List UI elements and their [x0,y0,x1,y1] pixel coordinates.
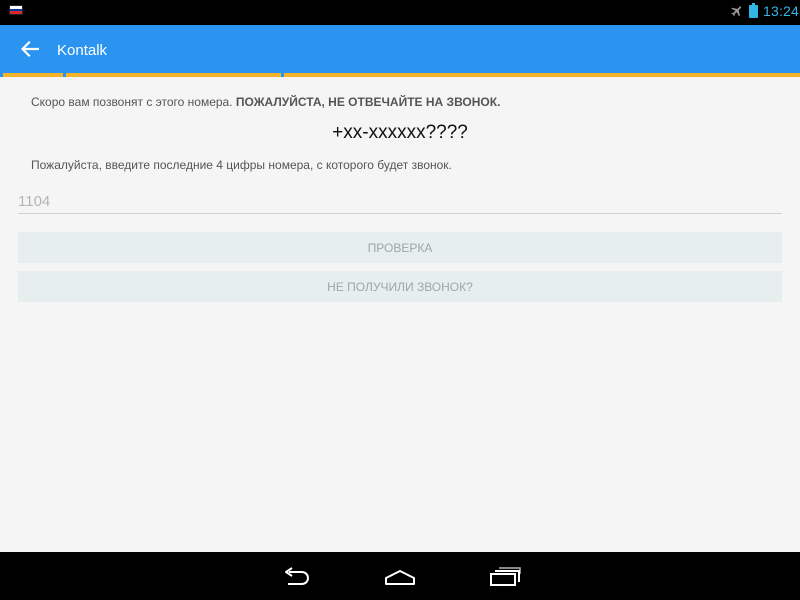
airplane-mode-icon [731,6,742,17]
caller-phone-number: +xx-xxxxxx???? [0,122,800,144]
app-title: Kontalk [57,42,108,59]
back-arrow-icon[interactable] [21,41,39,57]
battery-icon [749,3,758,18]
verification-code-input[interactable] [18,189,782,214]
russian-flag-icon [9,5,23,15]
navigation-bar [0,552,800,600]
clock: 13:24 [763,3,800,19]
status-bar: 13:24 [0,0,800,25]
instructions-warning: ПОЖАЛУЙСТА, НЕ ОТВЕЧАЙТЕ НА ЗВОНОК. [235,95,501,109]
recents-icon[interactable] [489,565,521,587]
instructions-text: Скоро вам позвонят с этого номера. [31,95,236,109]
no-call-button[interactable]: НЕ ПОЛУЧИЛИ ЗВОНОК? [18,271,782,302]
home-icon[interactable] [384,565,416,587]
phone-number-text: +xx-xxxxxx???? [332,122,468,143]
back-icon[interactable] [280,565,312,587]
verification-content: Скоро вам позвонят с этого номера. ПОЖАЛ… [0,77,800,552]
call-instructions: Скоро вам позвонят с этого номера. ПОЖАЛ… [31,95,500,109]
code-hint: Пожалуйста, введите последние 4 цифры но… [31,158,452,172]
screen: 13:24 Kontalk Скоро вам позвонят с этого… [0,0,800,600]
verify-button[interactable]: ПРОВЕРКА [18,232,782,263]
action-bar: Kontalk [0,25,800,73]
